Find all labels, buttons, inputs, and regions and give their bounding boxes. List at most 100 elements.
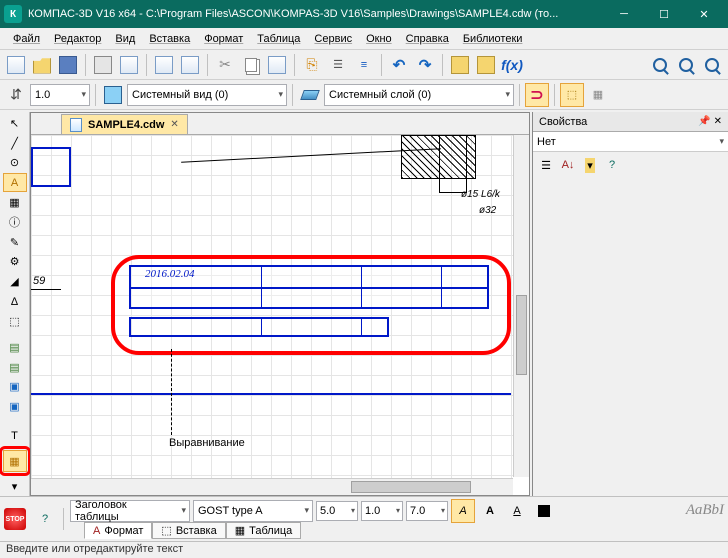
prop-btn-2[interactable]: A↓ — [559, 156, 577, 174]
tool-dimension[interactable]: A — [3, 173, 27, 192]
bold-button[interactable]: А — [478, 499, 502, 523]
doc-settings-button[interactable] — [178, 53, 202, 77]
tool-select[interactable]: ⬚ — [3, 312, 27, 331]
tool-more[interactable]: ▾ — [3, 477, 27, 496]
menu-table[interactable]: Таблица — [250, 31, 307, 47]
menubar: Файл Редактор Вид Вставка Формат Таблица… — [0, 28, 728, 50]
properties-filter[interactable]: Нет — [533, 132, 728, 152]
btab-table[interactable]: ▦Таблица — [226, 522, 302, 539]
maximize-button[interactable]: ☐ — [644, 0, 684, 28]
new-button[interactable] — [4, 53, 28, 77]
tool-spec3[interactable]: ▣ — [3, 377, 27, 396]
undo-button[interactable]: ↶ — [387, 53, 411, 77]
ortho-button[interactable]: ⬚ — [560, 83, 584, 107]
fx-button[interactable]: f(x) — [500, 53, 524, 77]
menu-window[interactable]: Окно — [359, 31, 399, 47]
menu-insert[interactable]: Вставка — [142, 31, 197, 47]
print-button[interactable] — [91, 53, 115, 77]
vscroll-thumb[interactable] — [516, 295, 527, 375]
font-dropdown[interactable]: GOST type A — [193, 500, 313, 522]
vscrollbar[interactable] — [513, 135, 529, 477]
help-button[interactable]: ? — [33, 507, 57, 531]
paste-button[interactable] — [265, 53, 289, 77]
tool-spec1[interactable]: ▤ — [3, 338, 27, 357]
state-button[interactable]: ⇵ — [4, 83, 28, 107]
zoom-out-button[interactable] — [674, 53, 698, 77]
lib-button-2[interactable] — [474, 53, 498, 77]
fontsize-field[interactable]: 5.0 — [316, 501, 358, 521]
snap-button[interactable]: ⊃ — [525, 83, 549, 107]
spacing-field[interactable]: 1.0 — [361, 501, 403, 521]
underline-button[interactable]: А — [505, 499, 529, 523]
grid-button[interactable]: ▦ — [586, 83, 610, 107]
views-button[interactable] — [101, 83, 125, 107]
width-field[interactable]: 7.0 — [406, 501, 448, 521]
menu-format[interactable]: Формат — [197, 31, 250, 47]
title-table-2[interactable] — [129, 317, 389, 337]
layer-name: Системный слой (0) — [329, 89, 431, 101]
menu-file[interactable]: Файл — [6, 31, 47, 47]
preview-button[interactable] — [117, 53, 141, 77]
app-icon: К — [4, 5, 22, 23]
color-button[interactable] — [532, 499, 556, 523]
tool-arrow[interactable]: ↖ — [3, 114, 27, 133]
prop-btn-help[interactable]: ? — [603, 156, 621, 174]
copy-button[interactable] — [239, 53, 263, 77]
scale-dropdown[interactable]: 1.0 — [30, 84, 90, 106]
tool-edit[interactable]: ✎ — [3, 233, 27, 252]
menu-help[interactable]: Справка — [399, 31, 456, 47]
dim-arrows — [31, 289, 61, 290]
menu-service[interactable]: Сервис — [307, 31, 359, 47]
properties-toolbar: ☰ A↓ ▾ ? — [533, 152, 728, 178]
doctab-bar: SAMPLE4.cdw ✕ — [31, 113, 529, 135]
stop-button[interactable]: STOP — [4, 508, 26, 530]
prop-btn-3[interactable]: ▾ — [581, 156, 599, 174]
view-dropdown[interactable]: Системный вид (0) — [127, 84, 287, 106]
btab-format[interactable]: AФормат — [84, 522, 152, 539]
menu-editor[interactable]: Редактор — [47, 31, 108, 47]
vars-button[interactable]: ≡ — [352, 53, 376, 77]
cut-button[interactable]: ✂ — [213, 53, 237, 77]
tool-measure[interactable]: ◢ — [3, 272, 27, 291]
btab-insert[interactable]: ⬚Вставка — [152, 522, 225, 539]
layers-button[interactable] — [298, 83, 322, 107]
lib-button-1[interactable] — [448, 53, 472, 77]
pin-icon[interactable]: 📌 ✕ — [698, 116, 722, 127]
close-tab-icon[interactable]: ✕ — [170, 119, 178, 130]
tool-line[interactable]: ╱ — [3, 134, 27, 153]
hscrollbar[interactable] — [31, 478, 513, 495]
tool-point[interactable]: ⊙ — [3, 154, 27, 173]
properties-panel: Свойства 📌 ✕ Нет ☰ A↓ ▾ ? — [532, 112, 728, 496]
style-preview: АаBbI — [686, 502, 724, 519]
copy-props-button[interactable]: ⎘ — [300, 53, 324, 77]
tool-text[interactable]: T — [3, 426, 27, 445]
drawing-canvas[interactable]: ø15 L6/k ø32 2016.02.04 59 Выравнивание — [31, 135, 529, 495]
menu-libraries[interactable]: Библиотеки — [456, 31, 530, 47]
tool-construct[interactable]: ∆ — [3, 292, 27, 311]
document-tab[interactable]: SAMPLE4.cdw ✕ — [61, 114, 188, 134]
prop-btn-1[interactable]: ☰ — [537, 156, 555, 174]
zoom-fit-button[interactable] — [700, 53, 724, 77]
close-button[interactable]: ✕ — [684, 0, 724, 28]
tool-params[interactable]: ⚙ — [3, 253, 27, 272]
zoom-in-button[interactable] — [648, 53, 672, 77]
doc-props-button[interactable] — [152, 53, 176, 77]
tech-block-2 — [439, 135, 467, 193]
tool-spec4[interactable]: ▣ — [3, 397, 27, 416]
menu-view[interactable]: Вид — [108, 31, 142, 47]
btab-table-label: Таблица — [249, 525, 292, 537]
open-button[interactable] — [30, 53, 54, 77]
hscroll-thumb[interactable] — [351, 481, 471, 493]
tool-spec2[interactable]: ▤ — [3, 358, 27, 377]
redo-button[interactable]: ↷ — [413, 53, 437, 77]
italic-button[interactable]: А — [451, 499, 475, 523]
save-button[interactable] — [56, 53, 80, 77]
layer-dropdown[interactable]: Системный слой (0) — [324, 84, 514, 106]
minimize-button[interactable]: ─ — [604, 0, 644, 28]
section-dropdown[interactable]: Заголовок таблицы — [70, 500, 190, 522]
properties-button[interactable]: ☰ — [326, 53, 350, 77]
tool-info[interactable]: ⓘ — [3, 213, 27, 232]
tool-hatch[interactable]: ▦ — [3, 193, 27, 212]
workarea: SAMPLE4.cdw ✕ ø15 L6/k ø32 2016.02.04 59 — [30, 112, 530, 496]
tool-table[interactable]: ▦ — [3, 450, 27, 472]
